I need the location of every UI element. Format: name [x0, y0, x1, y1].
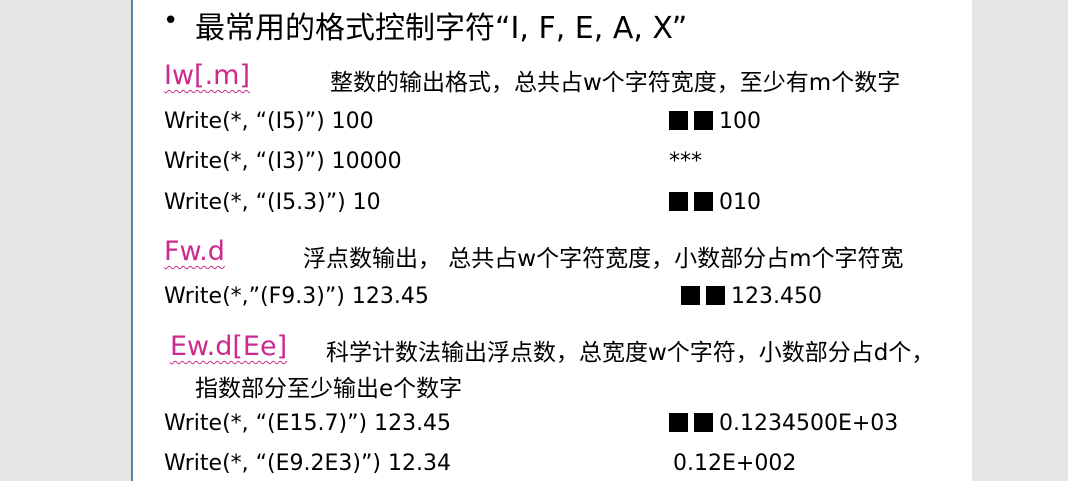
output-value: 010 [719, 190, 761, 215]
output-value: 100 [719, 109, 761, 134]
filled-square-icon [681, 286, 700, 305]
float-format-heading: Fw.d [164, 236, 225, 267]
filled-square-icon [694, 413, 713, 432]
output-result: 0.1234500E+03 [669, 411, 898, 436]
output-value: 0.12E+002 [673, 451, 797, 476]
filled-square-icon [694, 111, 713, 130]
filled-square-icon [669, 413, 688, 432]
code-example: Write(*, “(I3)”) 10000 [164, 149, 402, 174]
code-example: Write(*, “(I5)”) 100 [164, 109, 374, 134]
output-value: 123.450 [731, 284, 822, 309]
slide: • 最常用的格式控制字符“I, F, E, A, X” Iw[.m] 整数的输出… [131, 0, 972, 481]
float-format-description: 浮点数输出， 总共占w个字符宽度，小数部分占m个字符宽 [303, 246, 904, 272]
output-result: 010 [669, 190, 761, 215]
filled-square-icon [706, 286, 725, 305]
code-example: Write(*, “(E15.7)”) 123.45 [164, 411, 452, 436]
code-example: Write(*, “(E9.2E3)”) 12.34 [164, 451, 451, 476]
filled-square-icon [694, 192, 713, 211]
output-result: 100 [669, 109, 761, 134]
code-example: Write(*, “(I5.3)”) 10 [164, 190, 381, 215]
output-value: *** [669, 149, 702, 174]
filled-square-icon [669, 111, 688, 130]
bullet-marker: • [163, 6, 179, 36]
exponent-format-description: 科学计数法输出浮点数，总宽度w个字符，小数部分占d个， [326, 340, 935, 366]
filled-square-icon [669, 192, 688, 211]
exponent-format-heading: Ew.d[Ee] [170, 331, 288, 362]
exponent-format-description-continued: 指数部分至少输出e个数字 [195, 376, 463, 402]
integer-format-heading: Iw[.m] [164, 60, 250, 91]
integer-format-description: 整数的输出格式，总共占w个字符宽度，至少有m个数字 [330, 70, 901, 96]
slide-title: 最常用的格式控制字符“I, F, E, A, X” [195, 11, 688, 46]
output-result: 123.450 [681, 284, 822, 309]
output-value: 0.1234500E+03 [719, 411, 899, 436]
code-example: Write(*,”(F9.3)”) 123.45 [164, 284, 429, 309]
